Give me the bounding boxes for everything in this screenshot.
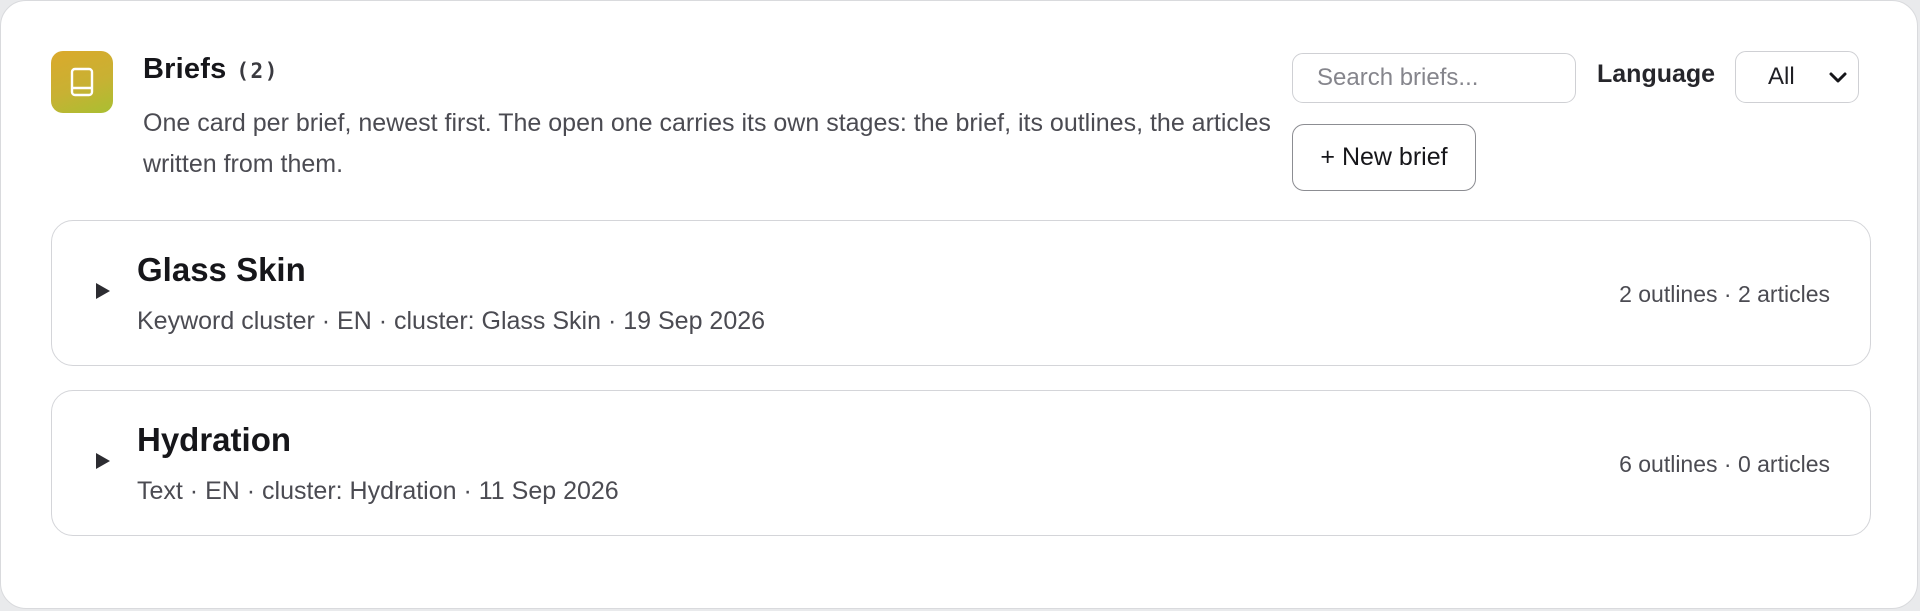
brief-meta: Text · EN · cluster: Hydration · 11 Sep … bbox=[137, 477, 619, 505]
brief-count: (2) bbox=[236, 59, 279, 83]
brief-card[interactable]: Glass Skin Keyword cluster · EN · cluste… bbox=[51, 220, 1871, 366]
briefs-panel: Briefs (2) One card per brief, newest fi… bbox=[0, 0, 1918, 609]
brief-name: Glass Skin bbox=[137, 251, 306, 288]
page-subtitle: One card per brief, newest first. The op… bbox=[143, 109, 1271, 178]
brief-meta: Keyword cluster · EN · cluster: Glass Sk… bbox=[137, 307, 766, 335]
language-select[interactable]: All bbox=[1735, 51, 1859, 103]
title-row: Briefs (2) bbox=[143, 53, 279, 86]
chevron-down-icon bbox=[1828, 63, 1848, 91]
brief-stats: 2 outlines · 2 articles bbox=[1619, 281, 1830, 307]
search-input[interactable] bbox=[1292, 53, 1576, 103]
page-title: Briefs bbox=[143, 53, 227, 85]
expand-triangle-icon[interactable] bbox=[94, 281, 112, 306]
book-icon bbox=[51, 51, 113, 113]
new-brief-button[interactable]: + New brief bbox=[1292, 124, 1476, 191]
brief-card[interactable]: Hydration Text · EN · cluster: Hydration… bbox=[51, 390, 1871, 536]
brief-stats: 6 outlines · 0 articles bbox=[1619, 451, 1830, 477]
language-selected-value: All bbox=[1768, 63, 1795, 90]
brief-name: Hydration bbox=[137, 421, 292, 458]
language-label: Language bbox=[1597, 60, 1716, 88]
expand-triangle-icon[interactable] bbox=[94, 451, 112, 476]
